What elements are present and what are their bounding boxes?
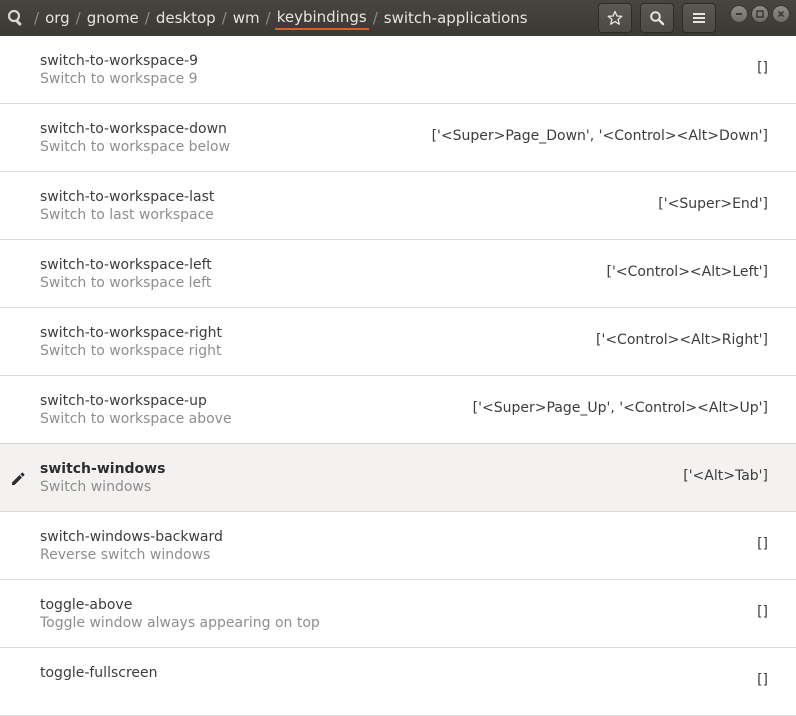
maximize-icon (756, 10, 764, 18)
key-summary: Switch to workspace right (40, 343, 222, 359)
key-row-switch-to-workspace-down[interactable]: switch-to-workspace-down Switch to works… (0, 104, 796, 172)
breadcrumb-desktop[interactable]: desktop (154, 9, 218, 27)
key-row-switch-to-workspace-left[interactable]: switch-to-workspace-left Switch to works… (0, 240, 796, 308)
minimize-icon (736, 13, 742, 15)
breadcrumb-switch-applications[interactable]: switch-applications (382, 9, 530, 27)
bookmark-button[interactable] (598, 3, 632, 33)
key-value: ['<Super>Page_Down', '<Control><Alt>Down… (431, 128, 768, 144)
key-name: switch-to-workspace-left (40, 257, 212, 273)
search-button[interactable] (640, 3, 674, 33)
key-row-switch-windows-backward[interactable]: switch-windows-backward Reverse switch w… (0, 512, 796, 580)
key-value: [] (757, 536, 768, 552)
minimize-button[interactable] (730, 5, 748, 23)
breadcrumb-wm[interactable]: wm (231, 9, 262, 27)
key-row-switch-windows[interactable]: switch-windows Switch windows ['<Alt>Tab… (0, 444, 796, 512)
key-summary: Toggle window always appearing on top (40, 615, 320, 631)
key-name: toggle-above (40, 597, 133, 613)
breadcrumb-keybindings[interactable]: keybindings (274, 7, 369, 30)
pencil-icon[interactable] (9, 470, 27, 488)
key-summary: Switch to workspace 9 (40, 71, 198, 87)
key-row-toggle-fullscreen[interactable]: toggle-fullscreen [] (0, 648, 796, 716)
key-summary: Switch to workspace left (40, 275, 212, 291)
key-row-switch-to-workspace-right[interactable]: switch-to-workspace-right Switch to work… (0, 308, 796, 376)
breadcrumb-separator: / (221, 9, 227, 27)
key-name: switch-to-workspace-right (40, 325, 223, 341)
key-name: switch-to-workspace-down (40, 121, 227, 137)
key-name: switch-windows-backward (40, 529, 223, 545)
key-summary: Switch to workspace below (40, 139, 231, 155)
breadcrumb-gnome[interactable]: gnome (85, 9, 141, 27)
key-value: ['<Control><Alt>Left'] (606, 264, 768, 280)
breadcrumb-org[interactable]: org (43, 9, 72, 27)
breadcrumb-root[interactable]: / (30, 9, 43, 27)
key-value: [] (757, 672, 768, 688)
breadcrumb-separator: / (265, 9, 271, 27)
close-icon (777, 10, 785, 18)
key-summary: Switch windows (40, 479, 152, 495)
key-value: ['<Control><Alt>Right'] (596, 332, 768, 348)
key-value: ['<Super>Page_Up', '<Control><Alt>Up'] (472, 400, 768, 416)
key-name: switch-windows (40, 461, 166, 477)
key-row-switch-to-workspace-up[interactable]: switch-to-workspace-up Switch to workspa… (0, 376, 796, 444)
menu-button[interactable] (682, 3, 716, 33)
key-name: switch-to-workspace-last (40, 189, 215, 205)
key-value: [] (757, 60, 768, 76)
breadcrumb-separator: / (75, 9, 81, 27)
maximize-button[interactable] (751, 5, 769, 23)
breadcrumb-separator: / (372, 9, 378, 27)
key-name: switch-to-workspace-9 (40, 53, 199, 69)
breadcrumb: / org / gnome / desktop / wm / keybindin… (30, 0, 530, 36)
key-summary: Switch to last workspace (40, 207, 214, 223)
key-row-switch-to-workspace-last[interactable]: switch-to-workspace-last Switch to last … (0, 172, 796, 240)
key-value: ['<Alt>Tab'] (683, 468, 768, 484)
key-value: ['<Super>End'] (658, 196, 768, 212)
key-row-switch-to-workspace-9[interactable]: switch-to-workspace-9 Switch to workspac… (0, 36, 796, 104)
star-icon (607, 10, 623, 25)
key-value: [] (757, 604, 768, 620)
key-summary: Switch to workspace above (40, 411, 232, 427)
key-summary: Reverse switch windows (40, 547, 211, 563)
key-list: switch-to-workspace-9 Switch to workspac… (0, 36, 796, 716)
header-bar: / org / gnome / desktop / wm / keybindin… (0, 0, 796, 36)
key-row-toggle-above[interactable]: toggle-above Toggle window always appear… (0, 580, 796, 648)
hamburger-menu-icon (693, 13, 705, 23)
key-name: toggle-fullscreen (40, 665, 158, 681)
close-button[interactable] (772, 5, 790, 23)
dconf-editor-icon[interactable] (4, 0, 28, 36)
breadcrumb-separator: / (144, 9, 150, 27)
key-name: switch-to-workspace-up (40, 393, 207, 409)
search-icon (650, 11, 665, 26)
